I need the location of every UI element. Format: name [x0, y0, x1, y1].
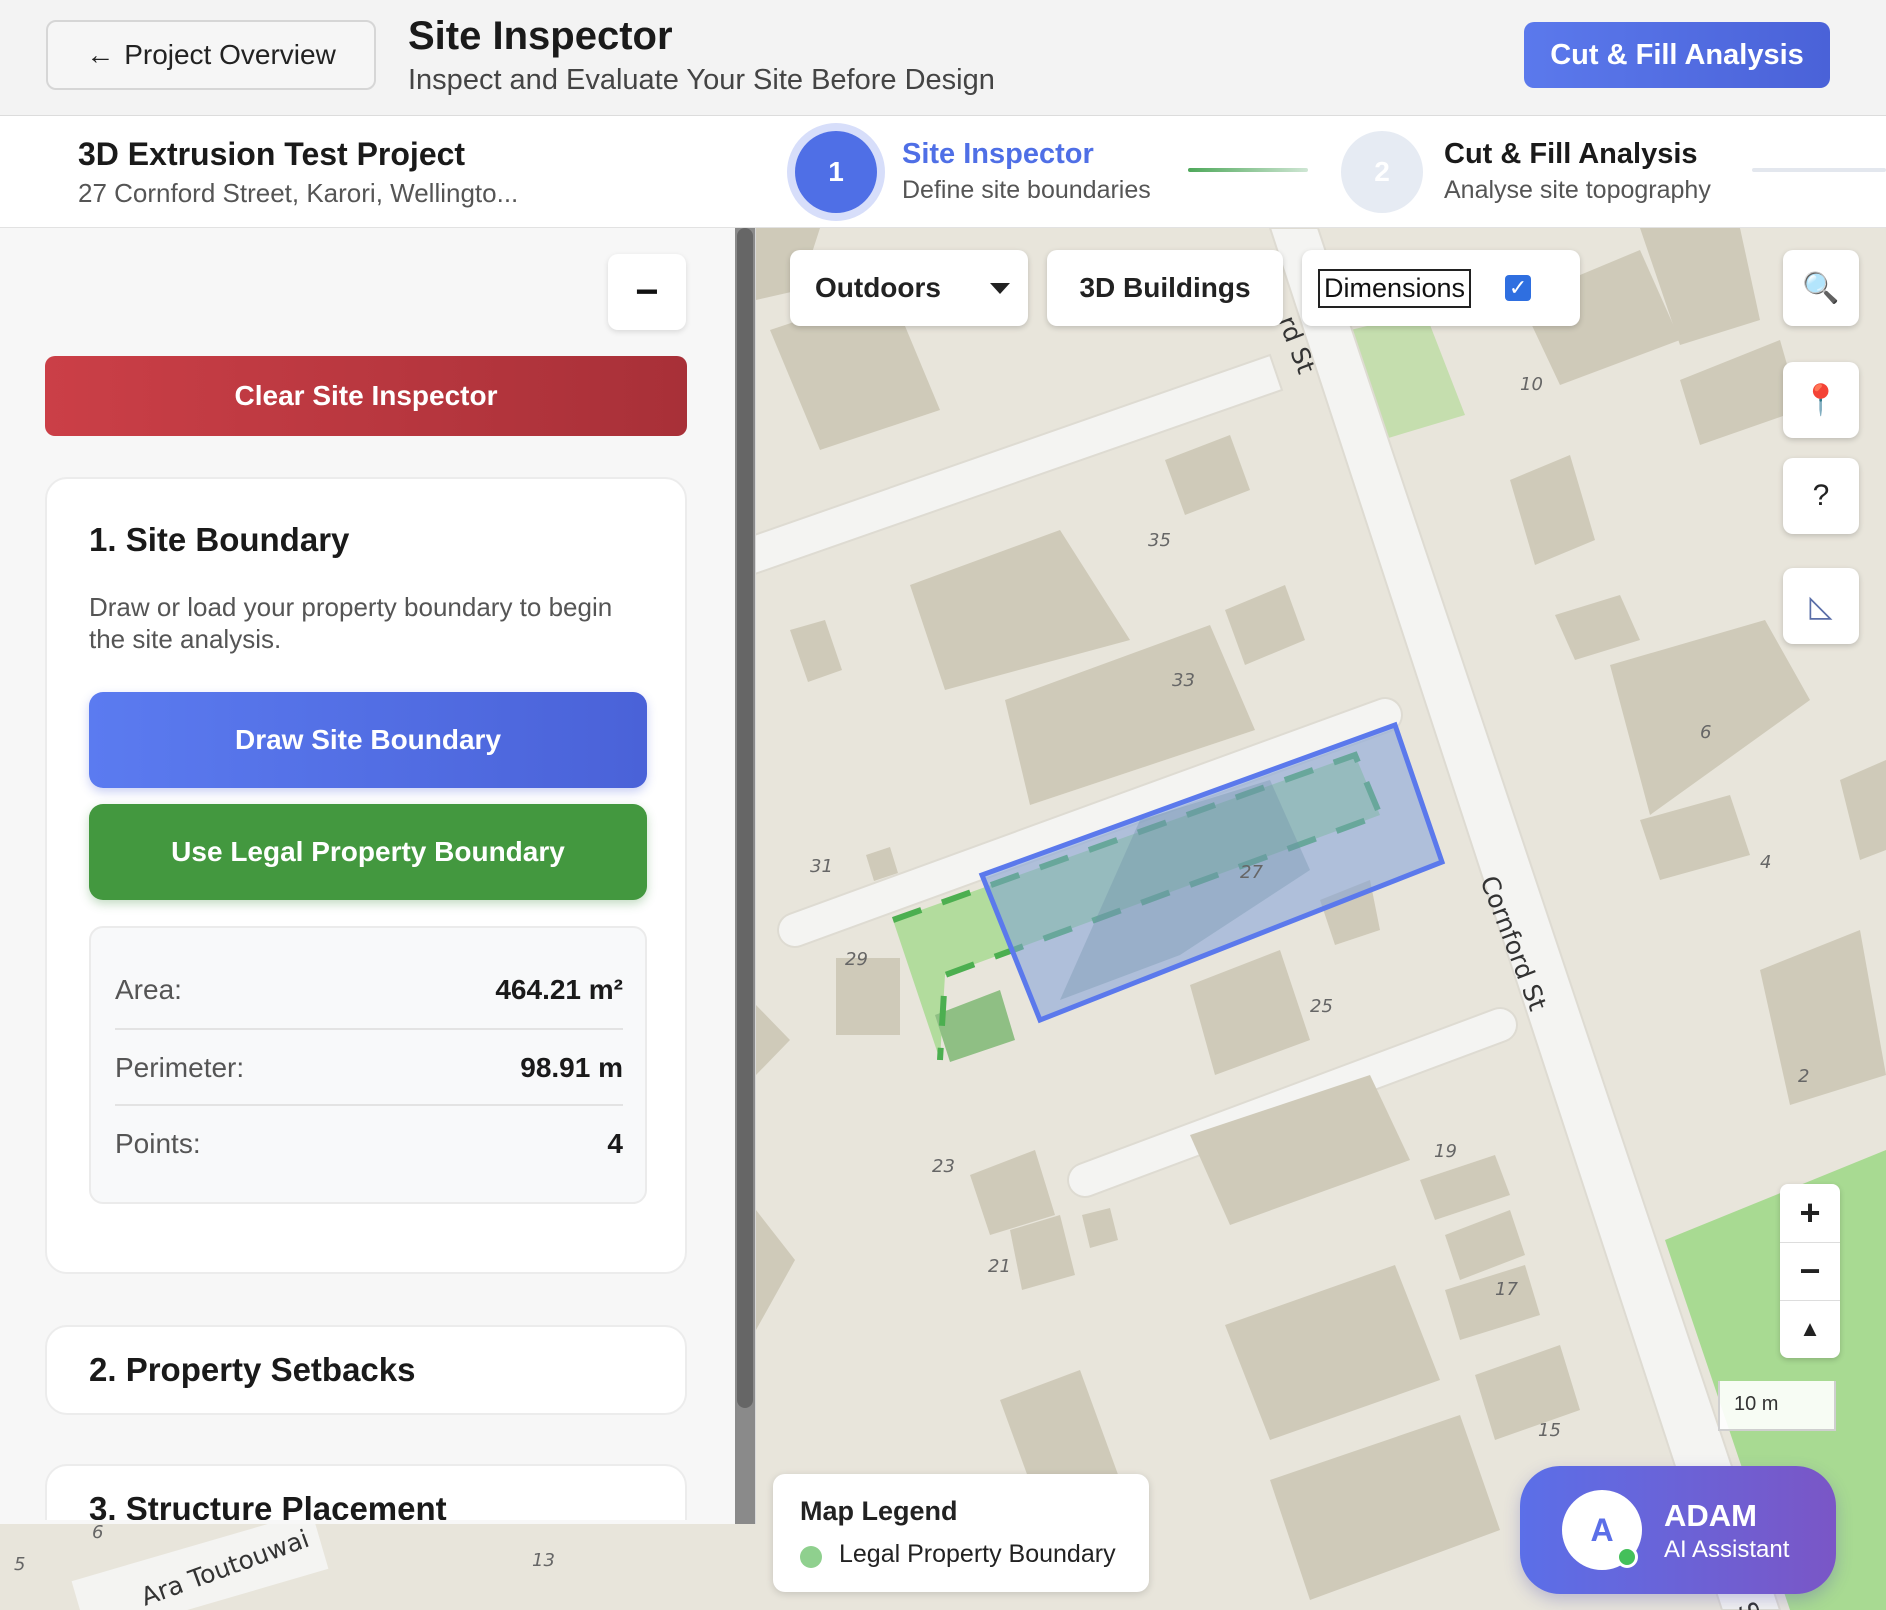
property-setbacks-title[interactable]: 2. Property Setbacks: [89, 1351, 416, 1389]
house-number: 33: [1172, 670, 1195, 691]
house-number: 31: [810, 856, 833, 877]
site-boundary-description: Draw or load your property boundary to b…: [89, 592, 613, 654]
legend-title: Map Legend: [800, 1496, 958, 1526]
house-number: 17: [1495, 1279, 1518, 1300]
project-name: 3D Extrusion Test Project: [78, 136, 466, 172]
stat-label: Area:: [115, 974, 182, 1005]
dimensions-checkbox[interactable]: ✓: [1505, 275, 1532, 301]
compass-icon[interactable]: ▲: [1780, 1300, 1840, 1358]
step-2-indicator[interactable]: 2: [1341, 131, 1423, 213]
map-legend: Map Legend Legal Property Boundary: [773, 1474, 1149, 1592]
app-header: ← Project Overview Site Inspector Inspec…: [0, 0, 1886, 116]
step-2-description: Analyse site topography: [1444, 176, 1711, 204]
zoom-controls: + − ▲: [1780, 1184, 1840, 1358]
legend-swatch: [800, 1546, 822, 1568]
map-style-select[interactable]: Outdoors: [790, 250, 1028, 326]
zoom-out-button[interactable]: −: [1780, 1242, 1840, 1300]
clear-site-inspector-button[interactable]: Clear Site Inspector: [45, 356, 687, 436]
step-connector: [1188, 168, 1308, 172]
house-number: 35: [1148, 530, 1171, 551]
dimensions-toggle[interactable]: Dimensions ✓: [1302, 250, 1580, 326]
stat-label: Points:: [115, 1128, 201, 1159]
house-number: 29: [845, 949, 868, 970]
house-number: 4: [1760, 852, 1771, 873]
stat-value: 4: [607, 1128, 623, 1159]
house-number: 15: [1538, 1420, 1561, 1441]
arrow-left-icon: ←: [86, 39, 115, 70]
search-icon[interactable]: 🔍: [1783, 250, 1859, 326]
house-number: 2: [1798, 1066, 1809, 1087]
site-boundary-title: 1. Site Boundary: [89, 521, 350, 558]
map-scale: 10 m: [1718, 1381, 1836, 1431]
ai-assistant-button[interactable]: A ADAM AI Assistant: [1520, 1466, 1836, 1594]
site-boundary-card: 1. Site Boundary Draw or load your prope…: [45, 477, 687, 1274]
property-setbacks-card[interactable]: 2. Property Setbacks: [45, 1325, 687, 1415]
house-number: 19: [1434, 1141, 1457, 1162]
stat-points: Points: 4: [115, 1106, 623, 1182]
house-number: 6: [1700, 722, 1711, 743]
house-number: 6: [92, 1522, 103, 1543]
stat-label: Perimeter:: [115, 1052, 245, 1083]
house-number: 13: [532, 1550, 555, 1571]
legend-item-label: Legal Property Boundary: [839, 1540, 1116, 1568]
cut-fill-analysis-button[interactable]: Cut & Fill Analysis: [1524, 22, 1830, 88]
project-address: 27 Cornford Street, Karori, Wellingto...: [78, 178, 519, 208]
measure-icon[interactable]: ◺: [1783, 568, 1859, 644]
online-status-icon: [1616, 1546, 1638, 1568]
back-button-label: Project Overview: [124, 39, 336, 70]
project-bar: 3D Extrusion Test Project 27 Cornford St…: [0, 116, 1886, 228]
dimensions-label: Dimensions: [1318, 268, 1472, 308]
step-1-indicator[interactable]: 1: [795, 131, 877, 213]
stat-perimeter: Perimeter: 98.91 m: [115, 1030, 623, 1106]
step-1-description: Define site boundaries: [902, 176, 1151, 204]
page-title: Site Inspector: [408, 14, 673, 58]
assistant-role: AI Assistant: [1664, 1536, 1790, 1563]
house-number: 27: [1240, 862, 1263, 883]
assistant-name: ADAM: [1664, 1498, 1757, 1533]
use-legal-boundary-button[interactable]: Use Legal Property Boundary: [89, 804, 647, 900]
collapse-panel-button[interactable]: −: [608, 254, 686, 330]
stat-value: 464.21 m²: [495, 974, 623, 1005]
location-pin-icon[interactable]: 📍: [1783, 362, 1859, 438]
draw-site-boundary-button[interactable]: Draw Site Boundary: [89, 692, 647, 788]
boundary-stats: Area: 464.21 m² Perimeter: 98.91 m Point…: [89, 926, 647, 1204]
back-to-project-overview-button[interactable]: ← Project Overview: [46, 20, 376, 90]
map-style-value: Outdoors: [815, 272, 941, 303]
house-number: 10: [1520, 374, 1543, 395]
step-1-title[interactable]: Site Inspector: [902, 138, 1094, 171]
zoom-in-button[interactable]: +: [1780, 1184, 1840, 1242]
panel-scrollbar-thumb[interactable]: [737, 228, 753, 1408]
page-subtitle: Inspect and Evaluate Your Site Before De…: [408, 64, 995, 96]
stat-area: Area: 464.21 m²: [115, 952, 623, 1028]
3d-buildings-toggle[interactable]: 3D Buildings: [1047, 250, 1283, 326]
house-number: 23: [932, 1156, 955, 1177]
house-number: 21: [988, 1256, 1011, 1277]
house-number: 25: [1310, 996, 1333, 1017]
step-2-title[interactable]: Cut & Fill Analysis: [1444, 138, 1698, 171]
house-number: 5: [14, 1554, 25, 1575]
chevron-down-icon: [990, 282, 1010, 294]
help-button[interactable]: ?: [1783, 458, 1859, 534]
stat-value: 98.91 m: [520, 1052, 623, 1083]
step-connector: [1752, 168, 1886, 172]
